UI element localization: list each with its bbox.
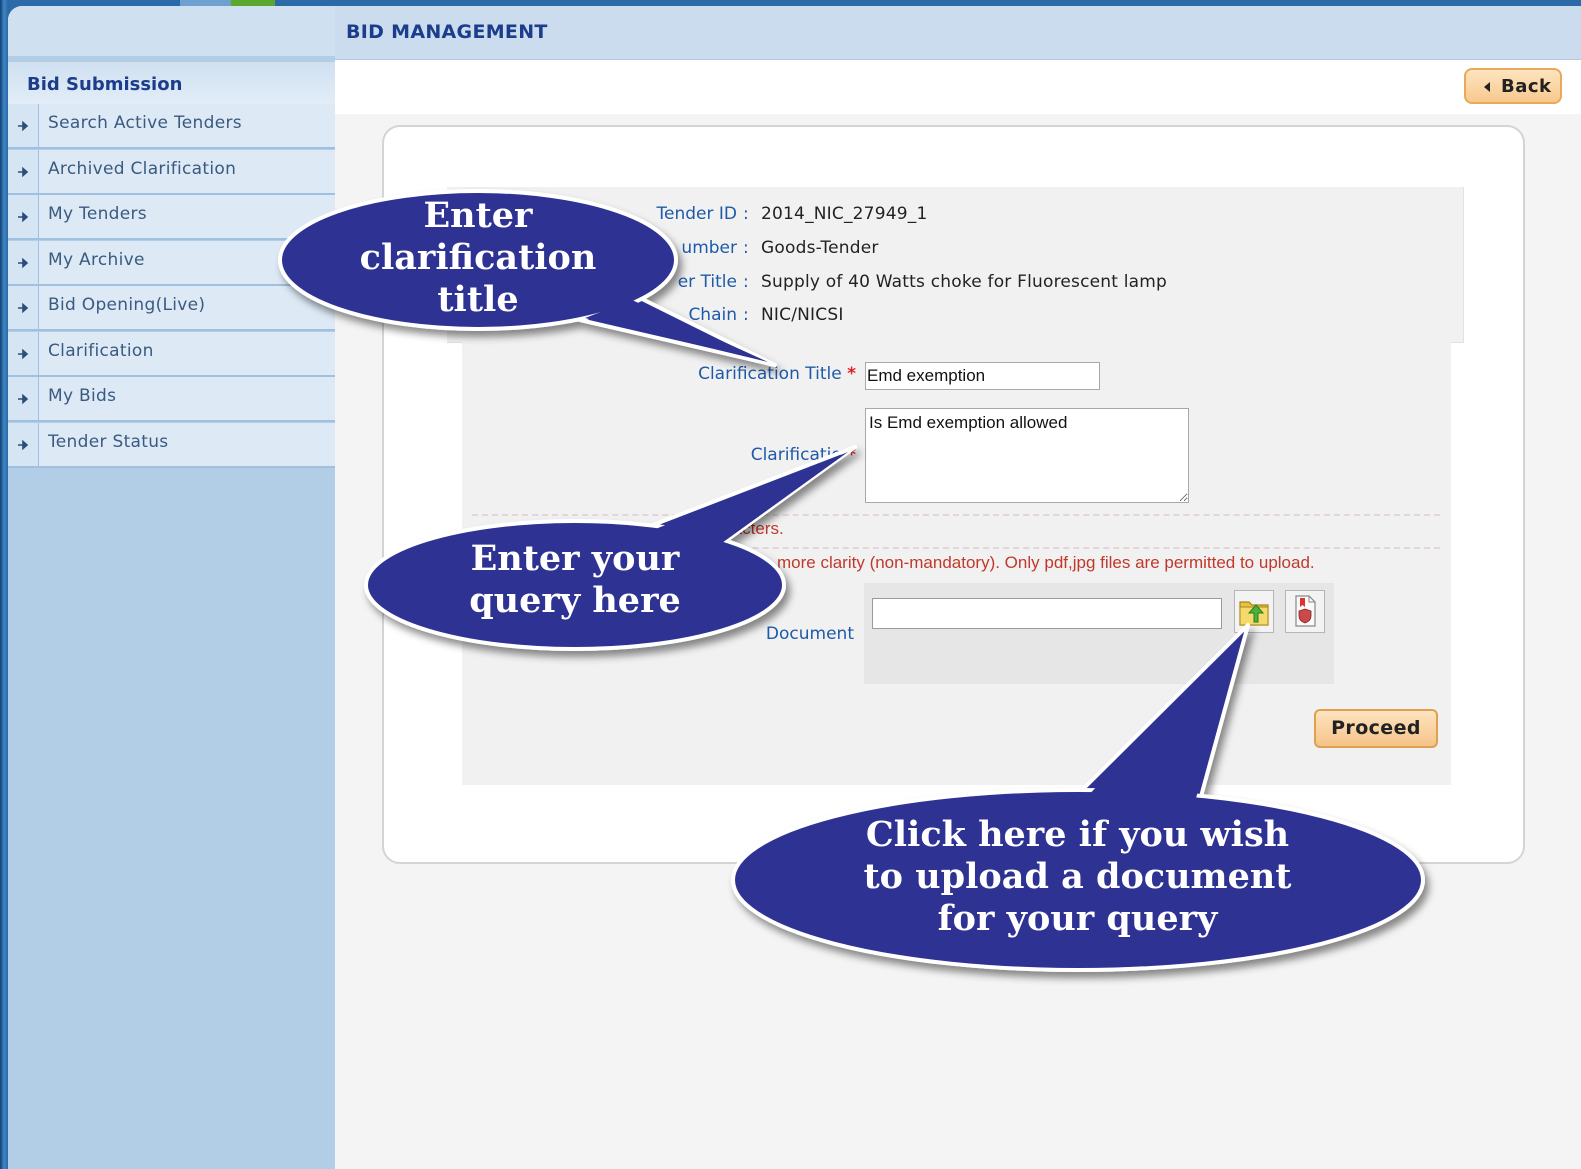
- upload-note-text: more clarity (non-mandatory). Only pdf,j…: [777, 553, 1315, 572]
- arrow-right-icon: [8, 241, 39, 284]
- tender-info-value: Goods-Tender: [761, 238, 879, 258]
- required-marker: *: [847, 364, 856, 384]
- document-label: Document: [742, 624, 854, 644]
- tender-info-value: Supply of 40 Watts choke for Fluorescent…: [761, 272, 1168, 292]
- sidebar: Bid Submission Search Active Tenders Arc…: [8, 6, 335, 1169]
- document-label-text: Document: [765, 624, 854, 644]
- sidebar-item-label: My Tenders: [48, 204, 147, 224]
- back-arrow-icon: [1484, 82, 1490, 92]
- required-marker: *: [847, 445, 856, 465]
- tender-info-label: umber: [681, 238, 737, 258]
- callout-query-text: Enter your query here: [469, 538, 681, 621]
- sidebar-item-label: Clarification: [48, 341, 154, 361]
- sidebar-item-my-bids[interactable]: My Bids: [8, 377, 335, 422]
- clarification-title-label-text: Clarification Title: [698, 364, 842, 384]
- document-upload-area: [864, 583, 1334, 684]
- callout-title-text: Enter clarification title: [359, 195, 597, 320]
- sidebar-heading-label: Bid Submission: [27, 74, 183, 95]
- tender-info-label: Chain: [688, 305, 737, 325]
- sidebar-top: [8, 6, 335, 56]
- tender-info-colon: :: [743, 204, 749, 224]
- back-button-label: Back: [1501, 76, 1552, 97]
- sidebar-item-clarification[interactable]: Clarification: [8, 332, 335, 377]
- tender-info-label: er Title: [677, 272, 737, 292]
- clarification-title-input[interactable]: [865, 362, 1100, 390]
- toolbar: Back: [335, 60, 1581, 114]
- arrow-right-icon: [8, 332, 39, 375]
- sidebar-item-my-tenders[interactable]: My Tenders: [8, 195, 335, 240]
- arrow-right-icon: [8, 423, 39, 466]
- arrow-right-icon: [8, 104, 39, 147]
- sidebar-heading: Bid Submission: [8, 62, 335, 110]
- sidebar-item-label: Archived Clarification: [48, 159, 237, 179]
- page-title: BID MANAGEMENT: [346, 21, 548, 43]
- sidebar-item-tender-status[interactable]: Tender Status: [8, 423, 335, 468]
- page-header: BID MANAGEMENT: [335, 6, 1581, 60]
- sidebar-item-label: My Archive: [48, 250, 145, 270]
- sidebar-item-my-archive[interactable]: My Archive: [8, 241, 335, 286]
- clarification-label: Clarificatio *: [612, 445, 856, 465]
- back-button[interactable]: Back: [1464, 68, 1562, 104]
- arrow-right-icon: [8, 377, 39, 420]
- clarification-title-label: Clarification Title *: [612, 364, 856, 384]
- sidebar-item-label: Search Active Tenders: [48, 113, 242, 133]
- sidebar-item-archived-clarification[interactable]: Archived Clarification: [8, 150, 335, 195]
- callout-upload-text: Click here if you wish to upload a docum…: [863, 814, 1292, 939]
- arrow-right-icon: [8, 286, 39, 329]
- document-path-input[interactable]: [872, 598, 1222, 629]
- delete-document-icon[interactable]: [1285, 590, 1325, 633]
- tender-info-label: Tender ID: [656, 204, 737, 224]
- upload-folder-icon[interactable]: [1234, 590, 1274, 633]
- arrow-right-icon: [8, 195, 39, 238]
- tender-info-colon: :: [743, 305, 749, 325]
- sidebar-item-label: Bid Opening(Live): [48, 295, 206, 315]
- sidebar-item-search-active-tenders[interactable]: Search Active Tenders: [8, 104, 335, 149]
- sidebar-item-label: Tender Status: [48, 432, 169, 452]
- sidebar-item-bid-opening-live[interactable]: Bid Opening(Live): [8, 286, 335, 331]
- tender-info-colon: :: [743, 238, 749, 258]
- tender-info-colon: :: [743, 272, 749, 292]
- clarification-textarea[interactable]: [865, 408, 1189, 503]
- sidebar-item-label: My Bids: [48, 386, 117, 406]
- proceed-button-label: Proceed: [1331, 717, 1421, 739]
- character-limit-note-text: racters.: [727, 519, 784, 538]
- proceed-button[interactable]: Proceed: [1314, 709, 1438, 748]
- tender-info-value: NIC/NICSI: [761, 305, 844, 325]
- clarification-label-text: Clarificatio: [750, 445, 842, 465]
- tender-info-value: 2014_NIC_27949_1: [761, 204, 928, 224]
- arrow-right-icon: [8, 150, 39, 193]
